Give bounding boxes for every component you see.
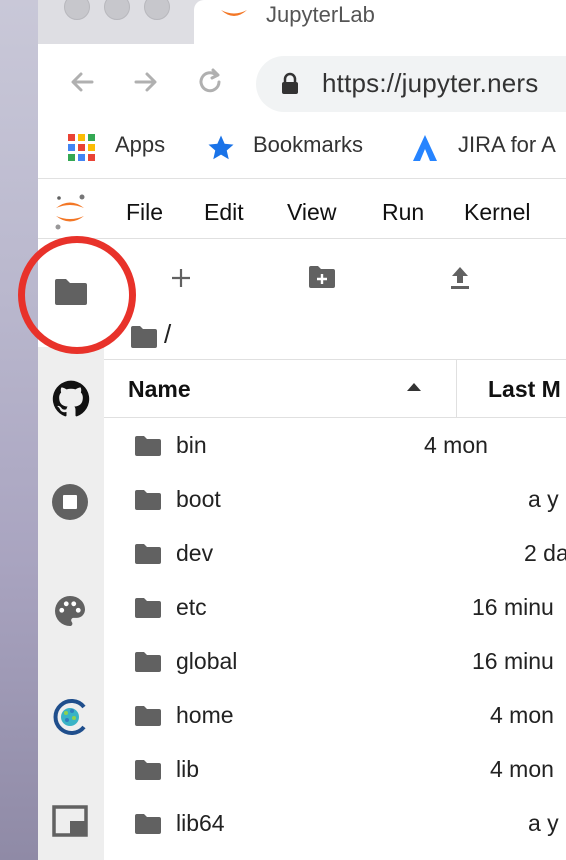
folder-icon <box>135 436 161 456</box>
close-window-button[interactable] <box>64 0 90 20</box>
zoom-window-button[interactable] <box>144 0 170 20</box>
extension-logo-icon[interactable] <box>50 697 90 737</box>
reload-icon[interactable] <box>194 66 226 98</box>
last-modified-column-header[interactable]: Last M <box>488 376 561 403</box>
file-list-header: Name Last M <box>104 359 566 418</box>
name-column-label: Name <box>128 376 191 402</box>
bookmark-jira[interactable]: JIRA for A <box>458 132 556 158</box>
folder-icon[interactable] <box>53 277 89 307</box>
file-modified: 16 minu <box>472 594 554 620</box>
sort-ascending-icon <box>407 383 421 391</box>
minimize-window-button[interactable] <box>104 0 130 20</box>
lock-icon <box>282 72 298 94</box>
file-modified: 4 mon <box>424 432 488 458</box>
jupyterlab-menubar: File Edit View Run Kernel <box>38 183 566 239</box>
folder-icon <box>135 544 161 564</box>
name-column-header[interactable]: Name <box>104 360 457 417</box>
breadcrumb: / <box>104 309 566 359</box>
folder-icon <box>135 814 161 834</box>
menu-view[interactable]: View <box>287 199 336 226</box>
menu-edit[interactable]: Edit <box>204 199 244 226</box>
file-row-bin[interactable]: bin 4 mon <box>104 418 566 472</box>
folder-icon <box>135 760 161 780</box>
github-icon[interactable] <box>51 379 91 419</box>
bookmarks-bar: Apps Bookmarks JIRA for A <box>38 120 566 179</box>
left-sidebar-tabbar <box>38 239 105 860</box>
jira-icon <box>413 135 437 161</box>
url-text: https://jupyter.ners <box>322 68 539 98</box>
file-modified: a y <box>528 486 559 512</box>
stop-circle-icon[interactable] <box>51 483 89 521</box>
file-list: bin 4 mon boot a y dev 2 da etc 16 minu … <box>104 418 566 860</box>
file-name: lib64 <box>176 810 225 836</box>
folder-icon <box>135 598 161 618</box>
file-modified: 4 mon <box>490 702 554 728</box>
new-folder-icon[interactable] <box>308 265 336 289</box>
file-row-home[interactable]: home 4 mon <box>104 688 566 742</box>
bookmark-bookmarks[interactable]: Bookmarks <box>253 132 363 158</box>
folder-icon <box>135 652 161 672</box>
file-modified: a y <box>528 810 559 836</box>
file-row-global[interactable]: global 16 minu <box>104 634 566 688</box>
tab-strip: JupyterLab <box>38 0 566 44</box>
filebrowser-toolbar <box>104 239 566 309</box>
file-row-lib64[interactable]: lib64 a y <box>104 796 566 850</box>
browser-window: JupyterLab https://jupyter.ners Apps Boo… <box>38 0 566 860</box>
file-name: boot <box>176 486 221 512</box>
star-icon <box>208 135 234 160</box>
file-name: dev <box>176 540 214 566</box>
menu-kernel[interactable]: Kernel <box>464 199 530 226</box>
file-name: bin <box>176 432 207 458</box>
file-modified: 16 minu <box>472 648 554 674</box>
file-name: lib <box>176 756 200 782</box>
folder-icon <box>135 706 161 726</box>
new-launcher-plus-icon[interactable] <box>170 267 192 289</box>
jupyter-logo-icon <box>55 194 85 230</box>
file-name: etc <box>176 594 207 620</box>
navigation-bar: https://jupyter.ners <box>38 44 566 120</box>
upload-icon[interactable] <box>450 265 470 291</box>
menu-file[interactable]: File <box>126 199 163 226</box>
file-modified: 2 da <box>524 540 566 566</box>
file-name: home <box>176 702 234 728</box>
file-row-dev[interactable]: dev 2 da <box>104 526 566 580</box>
file-row-etc[interactable]: etc 16 minu <box>104 580 566 634</box>
folder-icon <box>135 490 161 510</box>
bookmark-apps[interactable]: Apps <box>115 132 165 158</box>
file-row-lib[interactable]: lib 4 mon <box>104 742 566 796</box>
file-row-boot[interactable]: boot a y <box>104 472 566 526</box>
forward-arrow-icon[interactable] <box>130 66 162 98</box>
back-arrow-icon[interactable] <box>66 66 98 98</box>
menu-run[interactable]: Run <box>382 199 424 226</box>
tab-title: JupyterLab <box>266 2 375 27</box>
folder-icon[interactable] <box>130 325 158 349</box>
apps-grid-icon[interactable] <box>68 134 96 162</box>
palette-icon[interactable] <box>52 593 88 629</box>
jupyter-logo-icon <box>221 10 247 16</box>
breadcrumb-root[interactable]: / <box>164 319 171 350</box>
file-modified: 4 mon <box>490 756 554 782</box>
tab-window-icon[interactable] <box>52 805 88 837</box>
file-name: global <box>176 648 238 674</box>
